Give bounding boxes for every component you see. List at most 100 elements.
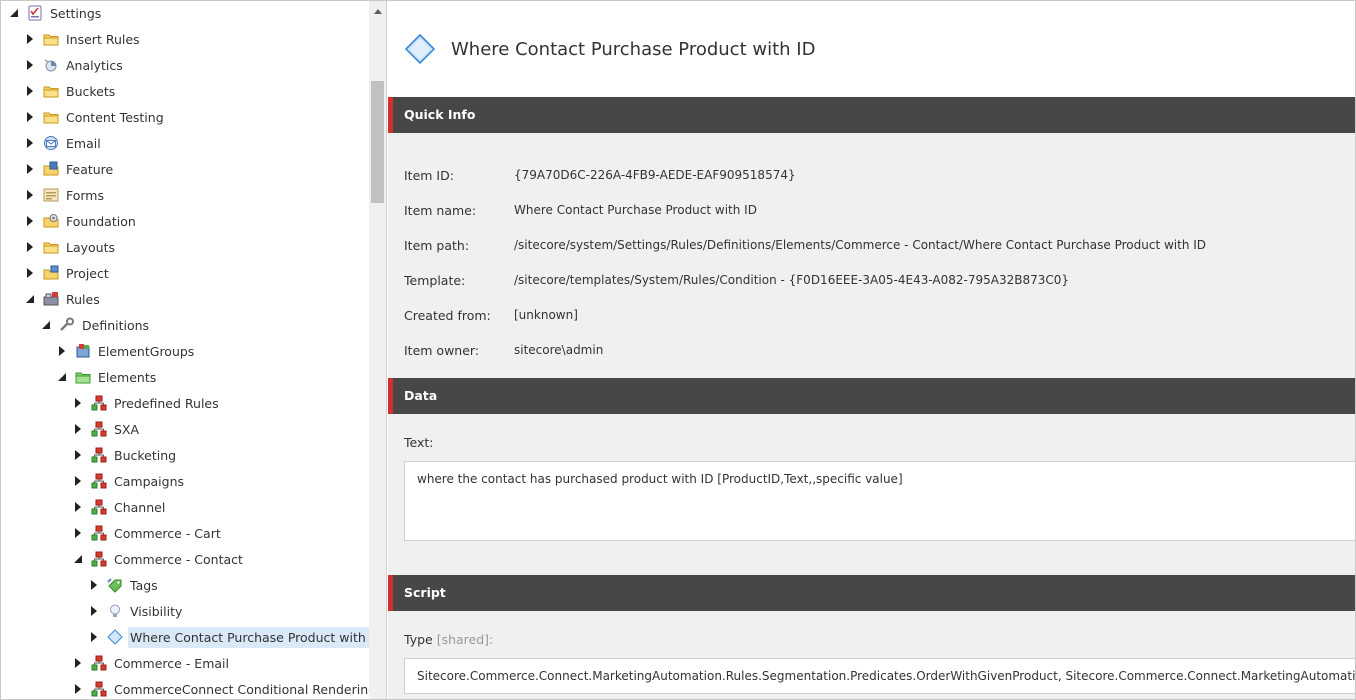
tree-item-label: Commerce - Email — [114, 655, 229, 671]
tree-item-commerce-contact[interactable]: Commerce - Contact — [71, 547, 247, 571]
tree-item-forms[interactable]: Forms — [23, 183, 108, 207]
tree-item-label: Campaigns — [114, 473, 185, 489]
tree-item-label: Forms — [66, 187, 105, 203]
tree-item-bucketing[interactable]: Bucketing — [71, 443, 180, 467]
expand-arrow-icon[interactable] — [71, 651, 85, 675]
expand-arrow-icon[interactable] — [23, 27, 37, 51]
expand-arrow-icon[interactable] — [23, 53, 37, 77]
created-from-label: Created from: — [404, 308, 491, 323]
expand-arrow-icon[interactable] — [23, 209, 37, 233]
collapse-arrow-icon[interactable] — [55, 365, 69, 389]
hierarchy-icon — [91, 681, 107, 697]
expand-arrow-icon[interactable] — [23, 157, 37, 181]
expand-arrow-icon[interactable] — [71, 417, 85, 441]
tree-item-commerce-cart[interactable]: Commerce - Cart — [71, 521, 225, 545]
tree-item-settings[interactable]: Settings — [7, 1, 105, 25]
expand-arrow-icon[interactable] — [87, 599, 101, 623]
tags-icon — [107, 577, 123, 593]
tree-item-commerceconnect-conditional-renderings[interactable]: CommerceConnect Conditional Renderings — [71, 677, 386, 699]
tree-item-email[interactable]: Email — [23, 131, 105, 155]
folder-icon — [43, 31, 59, 47]
analytics-icon — [43, 57, 59, 73]
expand-arrow-icon[interactable] — [71, 521, 85, 545]
tree-item-elements[interactable]: Elements — [55, 365, 160, 389]
collapse-arrow-icon[interactable] — [71, 547, 85, 571]
tree-item-label: Feature — [66, 161, 114, 177]
expand-arrow-icon[interactable] — [71, 391, 85, 415]
tree-item-analytics[interactable]: Analytics — [23, 53, 127, 77]
tree-item-sxa[interactable]: SXA — [71, 417, 143, 441]
tree-item-feature[interactable]: Feature — [23, 157, 117, 181]
scroll-up-arrow-icon[interactable] — [369, 1, 386, 21]
tree-item-tags[interactable]: Tags — [87, 573, 162, 597]
tree-item-commerce-email[interactable]: Commerce - Email — [71, 651, 233, 675]
data-section-title: Data — [404, 388, 438, 403]
tree-item-project[interactable]: Project — [23, 261, 113, 285]
tree-item-label: Rules — [66, 291, 100, 307]
tree-item-label: Buckets — [66, 83, 116, 99]
text-field-input[interactable]: where the contact has purchased product … — [404, 461, 1355, 541]
tree-item-content-testing[interactable]: Content Testing — [23, 105, 168, 129]
tree-item-label: Visibility — [130, 603, 183, 619]
tree-item-rules[interactable]: Rules — [23, 287, 104, 311]
tree-item-label: Channel — [114, 499, 166, 515]
item-owner-label: Item owner: — [404, 343, 480, 358]
data-section-header[interactable]: Data — [388, 378, 1355, 414]
tree-item-definitions[interactable]: Definitions — [39, 313, 153, 337]
tree-item-predefined-rules[interactable]: Predefined Rules — [71, 391, 223, 415]
item-path-value: /sitecore/system/Settings/Rules/Definiti… — [514, 238, 1207, 252]
quick-info-title: Quick Info — [404, 107, 476, 122]
expand-arrow-icon[interactable] — [23, 235, 37, 259]
expand-arrow-icon[interactable] — [23, 105, 37, 129]
template-link[interactable]: /sitecore/templates/System/Rules/Conditi… — [514, 273, 1069, 287]
type-field-input[interactable]: Sitecore.Commerce.Connect.MarketingAutom… — [404, 658, 1355, 694]
expand-arrow-icon[interactable] — [71, 495, 85, 519]
tree-item-layouts[interactable]: Layouts — [23, 235, 119, 259]
tree-item-label: Elements — [98, 369, 157, 385]
tree-item-label: Definitions — [82, 317, 150, 333]
expand-arrow-icon[interactable] — [55, 339, 69, 363]
expand-arrow-icon[interactable] — [23, 261, 37, 285]
tree-item-label: Layouts — [66, 239, 116, 255]
hierarchy-icon — [91, 499, 107, 515]
collapse-arrow-icon[interactable] — [7, 1, 21, 25]
expand-arrow-icon[interactable] — [71, 443, 85, 467]
hierarchy-icon — [91, 395, 107, 411]
tree-item-label: CommerceConnect Conditional Renderings — [114, 681, 383, 697]
tree-item-channel[interactable]: Channel — [71, 495, 169, 519]
template-label: Template: — [404, 273, 466, 288]
expand-arrow-icon[interactable] — [71, 677, 85, 699]
quick-info-section-header[interactable]: Quick Info — [388, 97, 1355, 133]
foundation-icon — [43, 213, 59, 229]
scrollbar-thumb[interactable] — [371, 81, 384, 203]
collapse-arrow-icon[interactable] — [39, 313, 53, 337]
feature-icon — [43, 161, 59, 177]
tree-item-buckets[interactable]: Buckets — [23, 79, 119, 103]
tree-item-campaigns[interactable]: Campaigns — [71, 469, 188, 493]
expand-arrow-icon[interactable] — [87, 625, 101, 649]
tree-item-insert-rules[interactable]: Insert Rules — [23, 27, 144, 51]
script-section-header[interactable]: Script — [388, 575, 1355, 611]
content-tree: Settings Insert Rules Analytics Buckets Cont… — [1, 1, 387, 699]
type-label-text: Type — [404, 632, 433, 647]
tree-item-where-contact-purchase-product-with-id[interactable]: Where Contact Purchase Product with ID — [87, 625, 386, 649]
hierarchy-icon — [91, 655, 107, 671]
project-icon — [43, 265, 59, 281]
expand-arrow-icon[interactable] — [23, 131, 37, 155]
forms-icon — [43, 187, 59, 203]
expand-arrow-icon[interactable] — [23, 183, 37, 207]
tree-item-label: Email — [66, 135, 101, 151]
expand-arrow-icon[interactable] — [71, 469, 85, 493]
tree-scrollbar[interactable] — [369, 1, 386, 699]
hierarchy-icon — [91, 551, 107, 567]
rules-icon — [43, 291, 59, 307]
tree-item-elementgroups[interactable]: ElementGroups — [55, 339, 198, 363]
expand-arrow-icon[interactable] — [23, 79, 37, 103]
tree-item-label: Foundation — [66, 213, 136, 229]
expand-arrow-icon[interactable] — [87, 573, 101, 597]
tree-item-label: Where Contact Purchase Product with ID — [128, 626, 386, 648]
collapse-arrow-icon[interactable] — [23, 287, 37, 311]
tree-item-foundation[interactable]: Foundation — [23, 209, 140, 233]
tree-item-visibility[interactable]: Visibility — [87, 599, 186, 623]
wrench-icon — [59, 317, 75, 333]
